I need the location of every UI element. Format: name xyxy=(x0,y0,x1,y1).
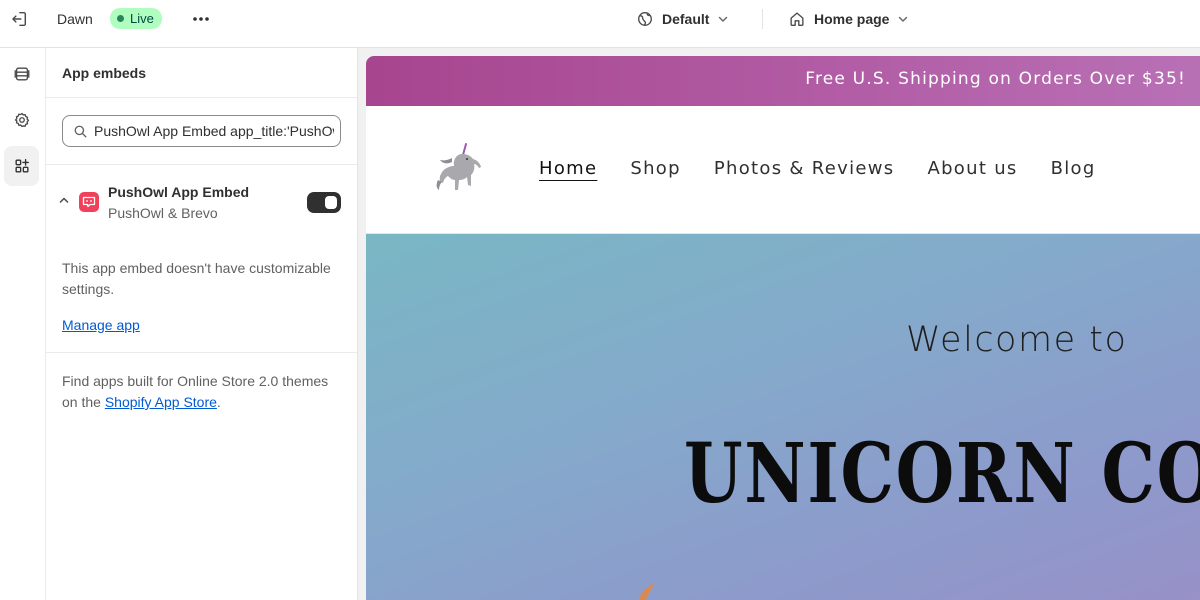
store-preview: Free U.S. Shipping on Orders Over $35! H… xyxy=(358,48,1200,600)
app-embed-developer: PushOwl & Brevo xyxy=(108,205,218,221)
sections-button[interactable] xyxy=(4,54,39,94)
collapse-button[interactable] xyxy=(56,192,72,208)
nav-link-photos-reviews[interactable]: Photos & Reviews xyxy=(714,158,895,179)
panel-divider xyxy=(46,352,357,353)
search-input[interactable] xyxy=(94,123,334,139)
hero-subtitle: Welcome to xyxy=(906,320,1128,360)
nav-link-shop[interactable]: Shop xyxy=(630,158,680,179)
unicorn-logo-icon[interactable] xyxy=(434,142,484,198)
live-status-label: Live xyxy=(130,11,154,26)
chevron-up-icon xyxy=(59,197,69,203)
shopify-app-store-link[interactable]: Shopify App Store xyxy=(105,394,217,410)
find-apps-text: Find apps built for Online Store 2.0 the… xyxy=(62,371,347,413)
chevron-down-icon xyxy=(899,16,908,22)
theme-selector-label: Default xyxy=(662,11,710,27)
chevron-down-icon xyxy=(719,16,728,22)
pushowl-icon xyxy=(79,192,99,212)
nav-link-about-us[interactable]: About us xyxy=(927,158,1017,179)
more-actions-button[interactable] xyxy=(190,9,212,29)
app-embeds-button[interactable] xyxy=(4,146,39,186)
announcement-text: Free U.S. Shipping on Orders Over $35! xyxy=(805,69,1186,89)
hero-title: UNICORN CORNER xyxy=(684,426,1200,522)
live-status-badge: Live xyxy=(110,8,162,29)
search-field[interactable] xyxy=(62,115,341,147)
unicorn-horn-decoration-icon xyxy=(638,583,655,600)
find-apps-text-after: . xyxy=(216,394,221,410)
preview-frame[interactable]: Free U.S. Shipping on Orders Over $35! H… xyxy=(366,56,1200,600)
site-header: Home Shop Photos & Reviews About us Blog xyxy=(366,106,1200,234)
app-embed-toggle[interactable] xyxy=(307,192,341,213)
live-dot-icon xyxy=(117,15,124,22)
panel-title: App embeds xyxy=(62,65,147,81)
announcement-bar: Free U.S. Shipping on Orders Over $35! xyxy=(366,56,1200,106)
nav-link-blog[interactable]: Blog xyxy=(1051,158,1096,179)
globe-icon xyxy=(638,12,652,26)
page-selector-label: Home page xyxy=(814,11,890,27)
manage-app-link[interactable]: Manage app xyxy=(62,317,140,333)
search-icon xyxy=(74,125,87,137)
exit-button[interactable] xyxy=(8,8,30,30)
panel-divider xyxy=(46,164,357,165)
editor-topbar: Dawn Live Default Home page xyxy=(0,0,1200,48)
app-embeds-icon xyxy=(14,159,29,173)
app-embed-row: PushOwl App Embed PushOwl & Brevo xyxy=(46,178,357,228)
theme-settings-icon xyxy=(14,112,29,128)
toggle-knob xyxy=(325,196,337,209)
more-horizontal-icon xyxy=(193,17,209,21)
topbar-divider xyxy=(762,9,763,29)
theme-selector[interactable]: Default xyxy=(636,8,729,30)
panel-divider xyxy=(46,97,357,98)
theme-settings-button[interactable] xyxy=(4,100,39,140)
home-icon xyxy=(790,12,804,26)
app-embed-name: PushOwl App Embed xyxy=(108,184,250,200)
app-embed-description: This app embed doesn't have customizable… xyxy=(62,260,331,297)
editor-sidebar-rail xyxy=(0,48,46,600)
nav-link-home[interactable]: Home xyxy=(539,158,597,179)
page-selector[interactable]: Home page xyxy=(788,8,909,30)
app-embeds-panel: App embeds PushOwl App Embed PushOwl & B… xyxy=(46,48,358,600)
theme-name: Dawn xyxy=(57,11,93,27)
sections-icon xyxy=(14,67,29,81)
exit-icon xyxy=(12,11,27,27)
main-nav: Home Shop Photos & Reviews About us Blog xyxy=(539,158,1096,179)
hero-banner: Welcome to UNICORN CORNER xyxy=(366,234,1200,600)
